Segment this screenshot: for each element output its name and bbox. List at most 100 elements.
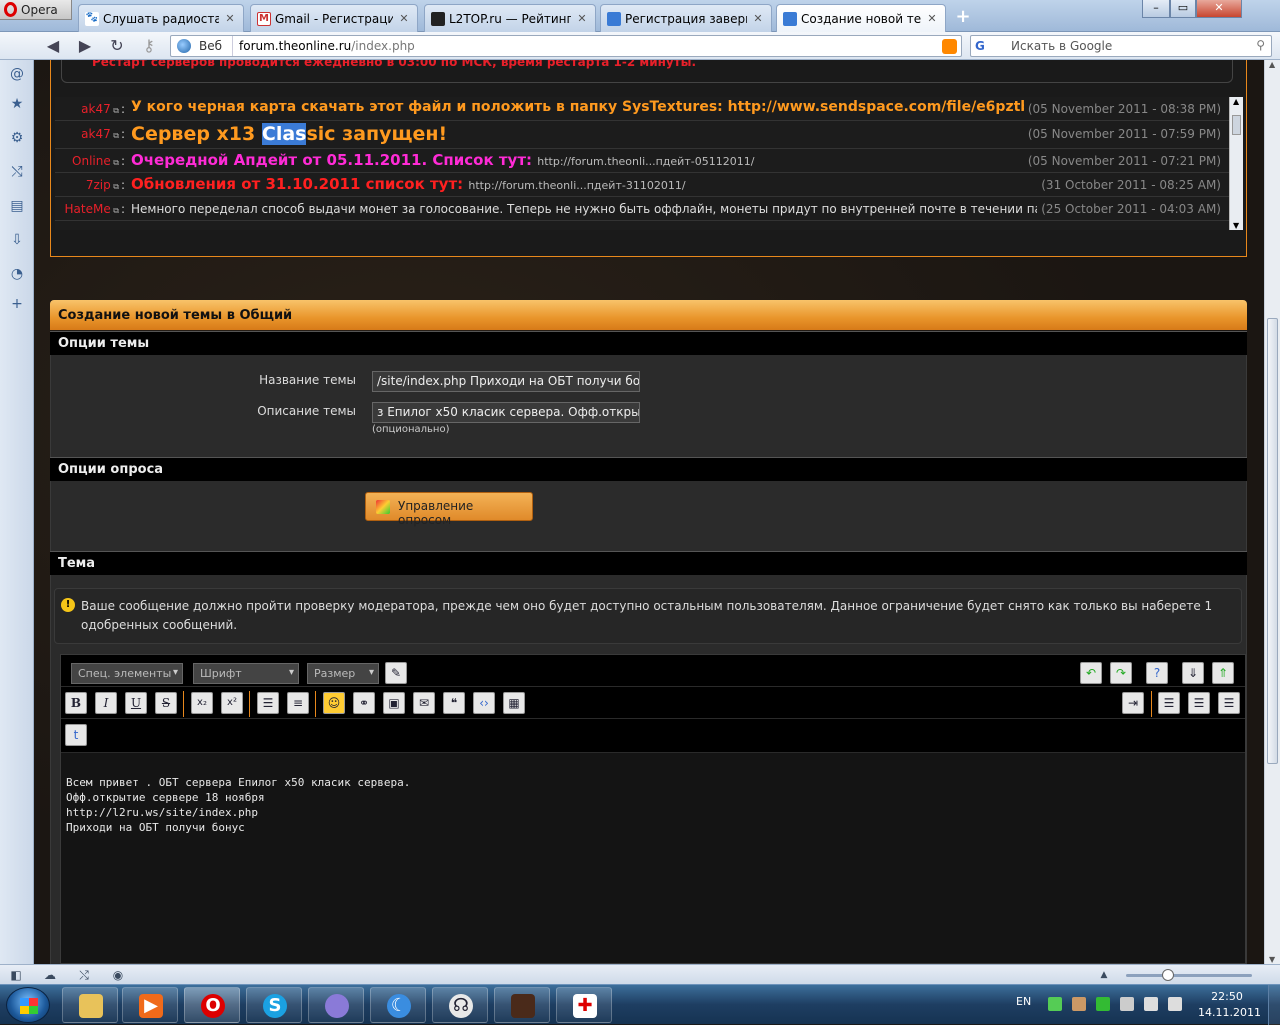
- close-icon[interactable]: ✕: [223, 12, 237, 26]
- scrollbar-thumb[interactable]: [1232, 115, 1241, 135]
- emoticon-icon[interactable]: ☺: [323, 692, 345, 714]
- scroll-up-icon[interactable]: ▲: [1269, 60, 1275, 69]
- opera-menu-button[interactable]: Opera: [0, 0, 72, 20]
- image-icon[interactable]: ▣: [383, 692, 405, 714]
- indent-icon[interactable]: ⇥: [1122, 692, 1144, 714]
- undo-icon[interactable]: ↶: [1080, 662, 1102, 684]
- turbo-icon[interactable]: ◉: [110, 967, 126, 983]
- tab-radio[interactable]: 🐾 Слушать радиостанци... ✕: [78, 4, 244, 32]
- taskbar-app-headset[interactable]: ☊: [432, 987, 488, 1023]
- help-icon[interactable]: ?: [1146, 662, 1168, 684]
- tab-registration-complete[interactable]: Регистрация заверше... ✕: [600, 4, 772, 32]
- link-icon[interactable]: ⚭: [353, 692, 375, 714]
- subscript-icon[interactable]: x₂: [191, 692, 213, 714]
- shout-user[interactable]: HateMe ⧉: [65, 202, 119, 216]
- history-icon[interactable]: ◔: [9, 266, 25, 282]
- rss-icon[interactable]: [942, 39, 957, 54]
- notes-icon[interactable]: ▤: [9, 198, 25, 214]
- shout-user[interactable]: Online ⧉: [72, 154, 119, 168]
- unite-icon[interactable]: ⤭: [9, 164, 25, 180]
- start-button[interactable]: [6, 987, 50, 1023]
- align-center-icon[interactable]: ☰: [1188, 692, 1210, 714]
- email-icon[interactable]: ✉: [413, 692, 435, 714]
- close-icon[interactable]: ✕: [575, 12, 589, 26]
- tab-create-topic[interactable]: Создание новой темы... ✕: [776, 4, 946, 33]
- size-select[interactable]: Размер: [307, 663, 379, 684]
- panel-toggle-icon[interactable]: ◧: [8, 967, 24, 983]
- font-select[interactable]: Шрифт: [193, 663, 299, 684]
- taskbar-media-player[interactable]: ▶: [122, 987, 178, 1023]
- underline-icon[interactable]: U: [125, 692, 147, 714]
- topic-description-input[interactable]: з Епилог x50 класик сервера. Офф.открыти…: [372, 402, 640, 423]
- shout-user[interactable]: 7zip ⧉: [86, 178, 119, 192]
- superscript-icon[interactable]: x²: [221, 692, 243, 714]
- taskbar-skype[interactable]: S: [246, 987, 302, 1023]
- search-field[interactable]: G Искать в Google ⚲: [970, 35, 1272, 57]
- shout-user[interactable]: ak47 ⧉: [81, 127, 119, 141]
- shout-link[interactable]: http://forum.theonli...пдейт-31102011/: [468, 179, 685, 192]
- taskbar-app-mouse[interactable]: [308, 987, 364, 1023]
- tray-icon[interactable]: [1072, 997, 1086, 1011]
- redo-icon[interactable]: ↷: [1110, 662, 1132, 684]
- twitter-icon[interactable]: t: [65, 724, 87, 746]
- minimize-button[interactable]: –: [1142, 0, 1170, 18]
- taskbar-opera[interactable]: O: [184, 987, 240, 1023]
- downloads-icon[interactable]: ⇩: [9, 232, 25, 248]
- shout-link[interactable]: http://forum.theonli...пдейт-05112011/: [537, 155, 754, 168]
- back-icon[interactable]: ◀: [42, 36, 64, 56]
- show-desktop-button[interactable]: [1268, 985, 1280, 1025]
- tray-icon[interactable]: [1048, 997, 1062, 1011]
- search-icon[interactable]: ⚲: [1256, 38, 1265, 52]
- taskbar-app-moon[interactable]: ☾: [370, 987, 426, 1023]
- close-icon[interactable]: ✕: [397, 12, 411, 26]
- bold-icon[interactable]: B: [65, 692, 87, 714]
- maximize-button[interactable]: ▭: [1170, 0, 1196, 18]
- forward-icon[interactable]: ▶: [74, 36, 96, 56]
- post-content-textarea[interactable]: Всем привет . ОБТ сервера Епилог x50 кла…: [61, 755, 1245, 963]
- color-picker-icon[interactable]: ✎: [385, 662, 407, 684]
- manage-poll-button[interactable]: Управление опросом: [365, 492, 533, 527]
- wand-key-icon[interactable]: ⚷: [138, 36, 160, 56]
- close-icon[interactable]: ✕: [751, 12, 765, 26]
- unite-status-icon[interactable]: ⤭: [76, 967, 92, 983]
- media-icon[interactable]: ▦: [503, 692, 525, 714]
- strikethrough-icon[interactable]: S: [155, 692, 177, 714]
- zoom-slider[interactable]: [1126, 969, 1252, 981]
- volume-icon[interactable]: [1168, 997, 1182, 1011]
- new-tab-button[interactable]: +: [953, 8, 973, 26]
- bookmarks-icon[interactable]: ★: [9, 96, 25, 112]
- shout-user[interactable]: ak47 ⧉: [81, 102, 119, 116]
- italic-icon[interactable]: I: [95, 692, 117, 714]
- network-icon[interactable]: [1144, 997, 1158, 1011]
- reload-icon[interactable]: ↻: [106, 36, 128, 56]
- opera-link-icon[interactable]: ☁: [42, 967, 58, 983]
- taskbar-lineage[interactable]: [494, 987, 550, 1023]
- add-panel-icon[interactable]: +: [9, 296, 25, 312]
- scroll-down-icon[interactable]: ▼: [1269, 955, 1275, 964]
- close-window-button[interactable]: ✕: [1196, 0, 1242, 18]
- bullet-list-icon[interactable]: ☰: [257, 692, 279, 714]
- address-field[interactable]: Веб forum.theonline.ru/index.php: [170, 35, 962, 57]
- numbered-list-icon[interactable]: ≡: [287, 692, 309, 714]
- mail-icon[interactable]: @: [9, 66, 25, 82]
- align-left-icon[interactable]: ☰: [1158, 692, 1180, 714]
- taskbar-explorer[interactable]: [62, 987, 118, 1023]
- scrollbar-thumb[interactable]: [1267, 318, 1278, 764]
- language-indicator[interactable]: EN: [1016, 995, 1031, 1008]
- quote-icon[interactable]: ❝: [443, 692, 465, 714]
- restore-draft-icon[interactable]: ⇑: [1212, 662, 1234, 684]
- zoom-slider-knob[interactable]: [1162, 969, 1174, 981]
- save-draft-icon[interactable]: ⇓: [1182, 662, 1204, 684]
- clock[interactable]: 22:50 14.11.2011: [1198, 989, 1261, 1021]
- tray-icon[interactable]: [1096, 997, 1110, 1011]
- code-icon[interactable]: ‹›: [473, 692, 495, 714]
- taskbar-app-plus[interactable]: ✚: [556, 987, 612, 1023]
- tab-gmail[interactable]: M Gmail - Регистрация н... ✕: [250, 4, 418, 32]
- scroll-down-icon[interactable]: ▼: [1233, 221, 1239, 230]
- tray-icon[interactable]: [1120, 997, 1134, 1011]
- scroll-up-icon[interactable]: ▲: [1233, 97, 1239, 106]
- align-right-icon[interactable]: ☰: [1218, 692, 1240, 714]
- page-scrollbar[interactable]: ▲ ▼: [1264, 60, 1280, 964]
- tab-l2top[interactable]: L2TOP.ru — Рейтинг С... ✕: [424, 4, 596, 32]
- widgets-icon[interactable]: ⚙: [9, 130, 25, 146]
